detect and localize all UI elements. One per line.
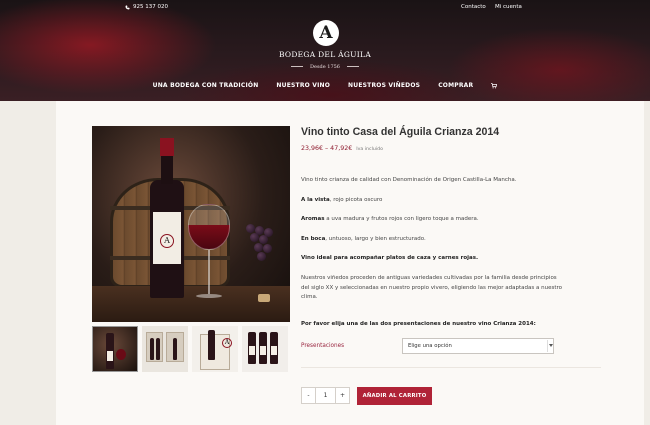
description-vinedos: Nuestros viñedos proceden de antiguas va… <box>301 275 563 301</box>
description-intro: Vino tinto crianza de calidad con Denomi… <box>301 177 517 183</box>
product-main-image[interactable]: A <box>92 126 290 322</box>
product-price: 23,96€ – 47,92€ Iva incluido <box>301 145 383 152</box>
contact-link[interactable]: Contacto <box>461 4 486 10</box>
since-divider-right <box>347 66 359 67</box>
select-value: Elige una opción <box>408 343 452 349</box>
cart-icon[interactable] <box>491 82 498 89</box>
phone-number[interactable]: 925 137 020 <box>125 4 168 10</box>
thumbnail-logo-icon: A <box>222 338 232 348</box>
brand-logo[interactable]: A <box>313 20 339 46</box>
qty-input[interactable]: 1 <box>316 387 335 404</box>
qty-minus-button[interactable]: - <box>301 387 316 404</box>
site-header: 925 137 020 Contacto Mi cuenta A BODEGA … <box>0 0 650 101</box>
price-note: Iva incluido <box>356 147 384 152</box>
phone-icon <box>125 5 130 9</box>
cork <box>258 294 270 302</box>
price-range: 23,96€ – 47,92€ <box>301 145 353 152</box>
boca-label: En boca <box>301 236 326 242</box>
account-link[interactable]: Mi cuenta <box>495 4 522 10</box>
thumbnail-2[interactable] <box>142 326 188 372</box>
vista-label: A la vista <box>301 197 330 203</box>
description-vista: A la vista, rojo picota oscuro <box>301 196 563 206</box>
boca-text: , untuoso, largo y bien estructurado. <box>325 236 426 242</box>
thumbnail-4[interactable] <box>242 326 288 372</box>
aromas-text: a uva madura y frutos rojos con ligero t… <box>324 216 479 222</box>
wine-bottle: A <box>150 138 184 298</box>
brand-name: BODEGA DEL ÁGUILA <box>278 50 372 59</box>
nav-item-vinedos[interactable]: NUESTROS VIÑEDOS <box>348 82 420 89</box>
presentation-select[interactable]: Elige una opción <box>402 338 554 354</box>
variation-label: Presentaciones <box>301 343 345 349</box>
divider <box>301 367 601 368</box>
thumbnail-1[interactable] <box>92 326 138 372</box>
nav-item-comprar[interactable]: COMPRAR <box>438 82 473 89</box>
grapes <box>242 224 276 284</box>
wine-glass <box>188 204 230 250</box>
choose-prompt: Por favor elija una de las dos presentac… <box>301 321 536 327</box>
description-aromas: Aromas a uva madura y frutos rojos con l… <box>301 215 563 225</box>
chevron-down-icon <box>547 340 553 352</box>
product-title: Vino tinto Casa del Águila Crianza 2014 <box>301 126 500 138</box>
phone-label: 925 137 020 <box>133 4 168 10</box>
nav-item-tradicion[interactable]: UNA BODEGA CON TRADICIÓN <box>153 82 259 89</box>
logo-letter: A <box>319 23 333 43</box>
add-to-cart-button[interactable]: AÑADIR AL CARRITO <box>357 387 432 405</box>
nav-item-vino[interactable]: NUESTRO VINO <box>276 82 330 89</box>
main-nav: UNA BODEGA CON TRADICIÓN NUESTRO VINO NU… <box>0 82 650 89</box>
thumbnail-gallery: A <box>92 326 290 372</box>
description-boca: En boca, untuoso, largo y bien estructur… <box>301 235 563 245</box>
product-page: A A Vino tinto Casa del Águila Crianza 2… <box>56 101 644 425</box>
qty-plus-button[interactable]: + <box>335 387 350 404</box>
bottle-logo-icon: A <box>160 234 174 248</box>
table-surface <box>92 286 290 322</box>
wine-glass-foot <box>196 294 222 298</box>
vista-text: , rojo picota oscuro <box>329 197 383 203</box>
thumbnail-3[interactable]: A <box>192 326 238 372</box>
wine-glass-stem <box>208 250 210 294</box>
aromas-label: Aromas <box>301 216 325 222</box>
ideal-text: Vino ideal para acompañar platos de caza… <box>301 255 479 261</box>
description-ideal: Vino ideal para acompañar platos de caza… <box>301 254 563 264</box>
brand-since: Desde 1756 <box>309 64 340 70</box>
